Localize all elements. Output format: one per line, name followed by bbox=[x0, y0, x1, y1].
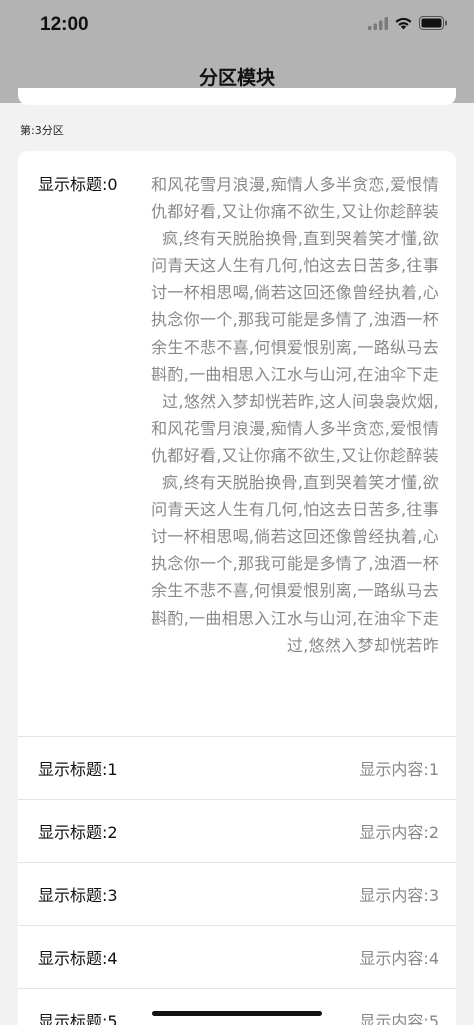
status-icons bbox=[368, 15, 448, 33]
section-header: 第:3分区 bbox=[20, 124, 64, 137]
signal-icon bbox=[368, 15, 388, 34]
row-value: 显示内容:1 bbox=[359, 760, 439, 779]
row-value: 显示内容:3 bbox=[359, 886, 439, 905]
battery-icon bbox=[419, 15, 448, 34]
wifi-icon bbox=[394, 15, 413, 34]
home-indicator[interactable] bbox=[152, 1011, 322, 1016]
row-value: 显示内容:4 bbox=[359, 949, 439, 968]
row-value: 显示内容:2 bbox=[359, 823, 439, 842]
row-title: 显示标题:1 bbox=[38, 760, 118, 779]
page-title: 分区模块 bbox=[198, 67, 275, 89]
list-item[interactable]: 显示标题:5 显示内容:5 bbox=[18, 989, 456, 1025]
row-title: 显示标题:0 bbox=[38, 175, 118, 194]
list-item[interactable]: 显示标题:0 和风花雪月浪漫,痴情人多半贪恋,爱恨情仇都好看,又让你痛不欲生,又… bbox=[18, 151, 456, 737]
status-time: 12:00 bbox=[40, 14, 89, 35]
row-title: 显示标题:3 bbox=[38, 886, 118, 905]
status-bar: 12:00 bbox=[0, 0, 474, 50]
row-value: 和风花雪月浪漫,痴情人多半贪恋,爱恨情仇都好看,又让你痛不欲生,又让你趁醉装疯,… bbox=[151, 175, 439, 655]
row-title: 显示标题:5 bbox=[38, 1012, 118, 1025]
section-card: 显示标题:0 和风花雪月浪漫,痴情人多半贪恋,爱恨情仇都好看,又让你痛不欲生,又… bbox=[18, 151, 456, 1025]
row-value: 显示内容:5 bbox=[359, 1012, 439, 1025]
list-item[interactable]: 显示标题:3 显示内容:3 bbox=[18, 863, 456, 926]
row-title: 显示标题:2 bbox=[38, 823, 118, 842]
list-item[interactable]: 显示标题:1 显示内容:1 bbox=[18, 737, 456, 800]
previous-section-card bbox=[18, 88, 456, 105]
list-item[interactable]: 显示标题:2 显示内容:2 bbox=[18, 800, 456, 863]
list-item[interactable]: 显示标题:4 显示内容:4 bbox=[18, 926, 456, 989]
row-title: 显示标题:4 bbox=[38, 949, 118, 968]
